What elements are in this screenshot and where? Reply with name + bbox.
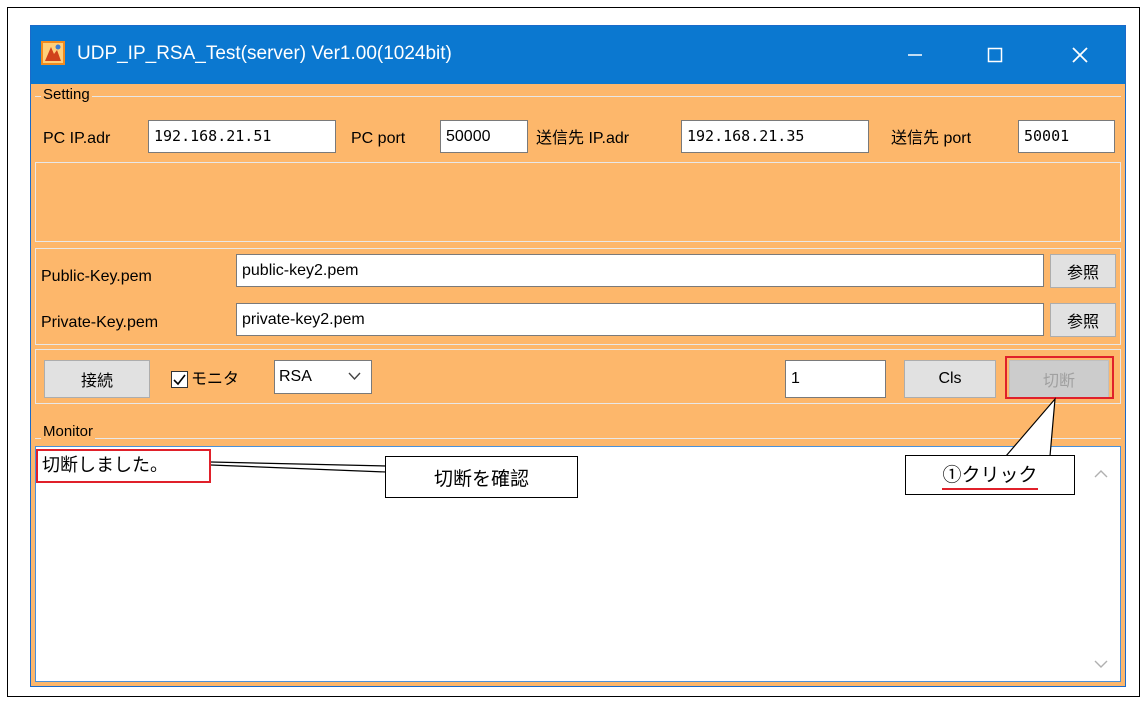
click-callout: ①クリック <box>905 455 1075 495</box>
window-title: UDP_IP_RSA_Test(server) Ver1.00(1024bit) <box>77 43 452 64</box>
scroll-up-icon[interactable] <box>1094 469 1108 479</box>
title-bar[interactable]: UDP_IP_RSA_Test(server) Ver1.00(1024bit) <box>31 26 1125 84</box>
mode-select-value: RSA <box>279 368 312 385</box>
mode-select[interactable]: RSA <box>274 360 372 394</box>
cls-button[interactable]: Cls <box>904 360 996 398</box>
private-key-field[interactable]: private-key2.pem <box>236 303 1044 336</box>
pc-ip-field[interactable]: 192.168.21.51 <box>148 120 336 153</box>
private-key-browse-button[interactable]: 参照 <box>1050 303 1116 337</box>
minimize-button[interactable] <box>885 26 945 84</box>
pc-port-field[interactable]: 50000 <box>440 120 528 153</box>
monitor-checkbox-label: モニタ <box>191 371 240 388</box>
monitor-group-title: Monitor <box>41 423 96 440</box>
public-key-label: Public-Key.pem <box>41 268 152 285</box>
click-callout-text: ①クリック <box>942 460 1038 490</box>
disconnect-highlight <box>1005 356 1114 399</box>
public-key-field[interactable]: public-key2.pem <box>236 254 1044 287</box>
monitor-checkbox[interactable] <box>171 371 188 388</box>
count-field[interactable]: 1 <box>785 360 886 398</box>
pc-port-label: PC port <box>351 130 406 147</box>
minimize-icon <box>908 54 922 56</box>
setting-group-title: Setting <box>41 86 92 103</box>
close-icon <box>1072 47 1088 63</box>
app-icon <box>41 41 65 65</box>
scroll-down-icon[interactable] <box>1094 659 1108 669</box>
setting-group-line <box>35 96 1121 97</box>
chevron-down-icon <box>348 372 361 381</box>
confirm-callout: 切断を確認 <box>385 456 578 498</box>
monitor-text-highlight <box>36 449 211 483</box>
private-key-label: Private-Key.pem <box>41 314 159 331</box>
app-window: UDP_IP_RSA_Test(server) Ver1.00(1024bit)… <box>30 25 1126 687</box>
dest-port-label: 送信先 port <box>891 130 972 147</box>
close-button[interactable] <box>1050 26 1110 84</box>
pc-ip-label: PC IP.adr <box>43 130 111 147</box>
maximize-icon <box>987 47 1003 63</box>
connect-button[interactable]: 接続 <box>44 360 150 398</box>
dest-port-field[interactable]: 50001 <box>1018 120 1115 153</box>
maximize-button[interactable] <box>965 26 1025 84</box>
blank-panel <box>35 162 1121 242</box>
public-key-browse-button[interactable]: 参照 <box>1050 254 1116 288</box>
monitor-group-line <box>35 438 1121 439</box>
dest-ip-field[interactable]: 192.168.21.35 <box>681 120 869 153</box>
checkmark-icon <box>173 374 186 386</box>
dest-ip-label: 送信先 IP.adr <box>536 130 630 147</box>
